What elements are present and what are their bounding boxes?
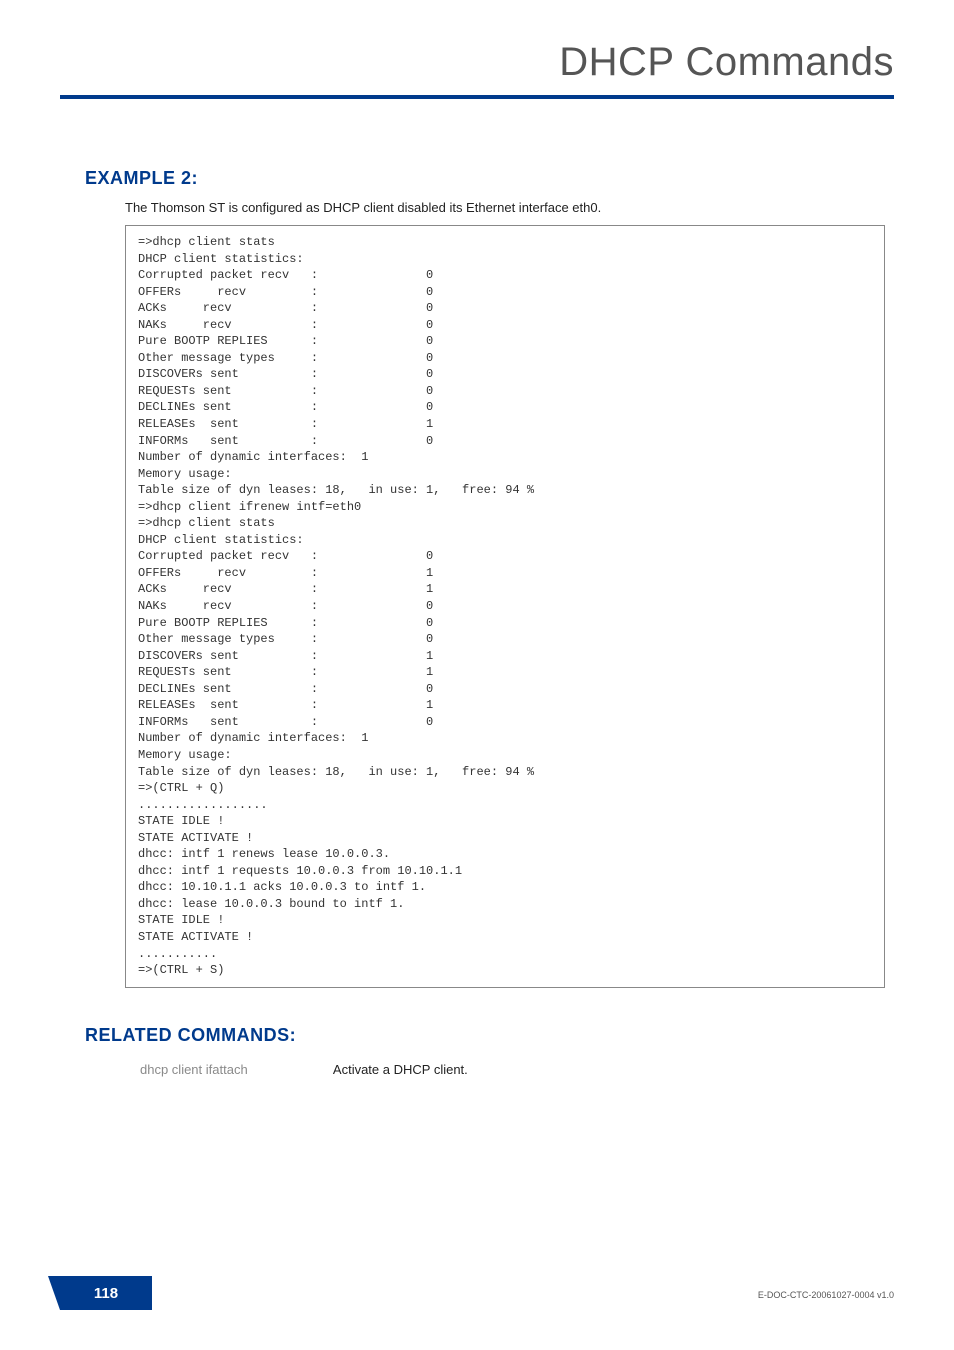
page-number-tab: 118 [60,1276,152,1310]
code-block: =>dhcp client stats DHCP client statisti… [125,225,885,988]
related-description: Activate a DHCP client. [333,1062,468,1077]
example-heading: EXAMPLE 2: [85,168,198,189]
page-title: DHCP Commands [60,40,894,85]
page-number: 118 [94,1285,118,1302]
example-subtitle: The Thomson ST is configured as DHCP cli… [125,200,601,215]
document-id: E-DOC-CTC-20061027-0004 v1.0 [758,1290,894,1300]
related-heading: RELATED COMMANDS: [85,1025,296,1046]
related-command: dhcp client ifattach [140,1062,330,1077]
page-header: DHCP Commands [60,40,894,99]
related-row: dhcp client ifattach Activate a DHCP cli… [140,1062,468,1077]
header-rule [60,95,894,99]
